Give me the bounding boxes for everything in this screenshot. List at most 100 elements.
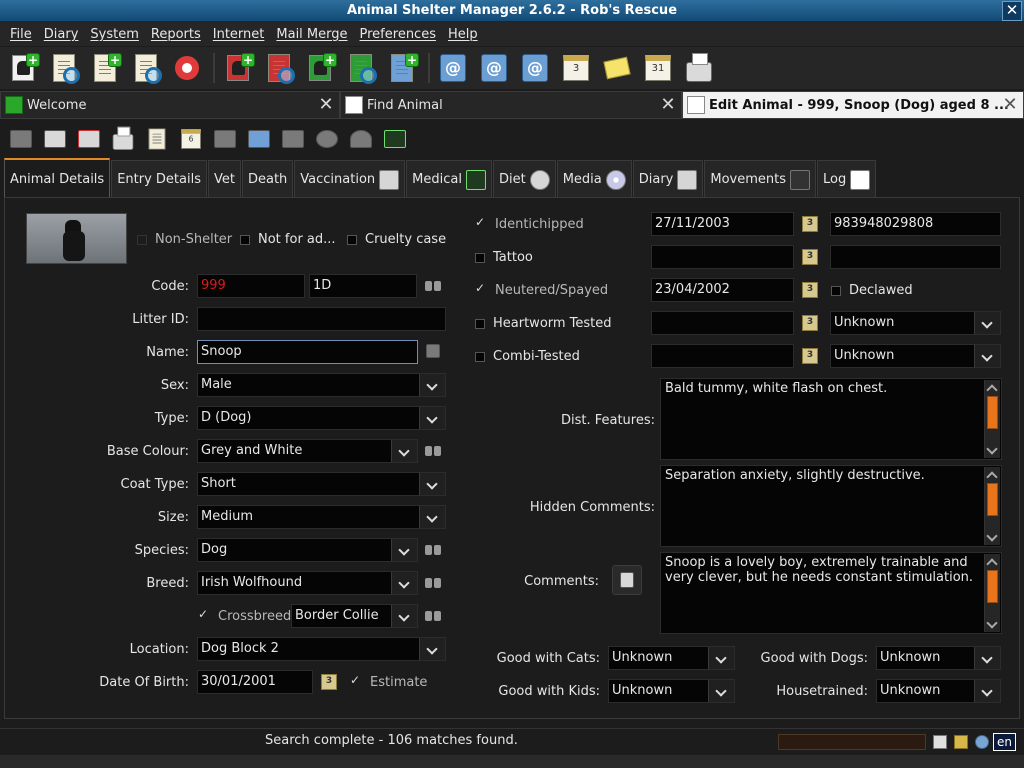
neutered-checkbox[interactable]: Neutered/Spayed bbox=[475, 281, 608, 299]
menu-mail-merge[interactable]: Mail Merge bbox=[270, 27, 353, 42]
identichip-date-field[interactable]: 27/11/2003 bbox=[651, 212, 794, 236]
chevron-down-icon[interactable] bbox=[708, 647, 734, 669]
window-close-button[interactable]: ✕ bbox=[1002, 1, 1022, 21]
comments-template-button[interactable] bbox=[612, 565, 642, 595]
dist-features-textarea[interactable]: Bald tummy, white flash on chest. bbox=[660, 378, 1002, 460]
chevron-down-icon[interactable] bbox=[708, 680, 734, 702]
diagnose-button[interactable] bbox=[246, 126, 272, 152]
combi-date-field[interactable] bbox=[651, 344, 794, 368]
subtab-movements[interactable]: Movements bbox=[704, 160, 817, 198]
calendar-icon[interactable]: 3 bbox=[802, 282, 818, 298]
chevron-down-icon[interactable] bbox=[391, 440, 417, 462]
code-field[interactable]: 999 bbox=[197, 274, 305, 298]
species-select[interactable]: Dog bbox=[197, 538, 418, 562]
scroll-down-icon[interactable] bbox=[986, 443, 998, 455]
chart-button[interactable] bbox=[382, 126, 408, 152]
settings-button[interactable] bbox=[314, 126, 340, 152]
scroll-thumb[interactable] bbox=[987, 570, 998, 603]
subtab-vaccination[interactable]: Vaccination bbox=[294, 160, 406, 198]
crossbreed-checkbox[interactable]: Crossbreed bbox=[198, 607, 291, 625]
menu-reports[interactable]: Reports bbox=[145, 27, 207, 42]
menu-diary[interactable]: Diary bbox=[38, 27, 85, 42]
scroll-up-icon[interactable] bbox=[986, 384, 998, 396]
subtab-animal-details[interactable]: Animal Details bbox=[4, 158, 111, 198]
new-animal-button[interactable]: + bbox=[6, 51, 40, 85]
chevron-down-icon[interactable] bbox=[419, 506, 445, 528]
chevron-down-icon[interactable] bbox=[419, 473, 445, 495]
window-titlebar[interactable]: Animal Shelter Manager 2.6.2 - Rob's Res… bbox=[0, 0, 1024, 22]
close-icon[interactable]: ✕ bbox=[317, 96, 335, 114]
tab-find-animal[interactable]: Find Animal ✕ bbox=[340, 91, 682, 119]
print-animal-button[interactable] bbox=[110, 126, 136, 152]
good-with-cats-select[interactable]: Unknown bbox=[608, 646, 735, 670]
random-name-icon[interactable] bbox=[426, 344, 440, 358]
estimate-checkbox[interactable]: Estimate bbox=[350, 673, 427, 691]
scroll-thumb[interactable] bbox=[987, 396, 998, 429]
housetrained-select[interactable]: Unknown bbox=[876, 679, 1001, 703]
find-found-animal-button[interactable] bbox=[344, 51, 378, 85]
movement-button[interactable]: + bbox=[385, 51, 419, 85]
help-button[interactable] bbox=[170, 51, 204, 85]
chevron-down-icon[interactable] bbox=[974, 647, 1000, 669]
calendar-icon[interactable]: 3 bbox=[802, 348, 818, 364]
language-indicator[interactable]: en bbox=[993, 733, 1016, 751]
short-code-field[interactable]: 1D bbox=[309, 274, 417, 298]
scrollbar[interactable] bbox=[984, 554, 1000, 632]
menu-system[interactable]: System bbox=[84, 27, 144, 42]
date-button[interactable]: 6 bbox=[178, 126, 204, 152]
subtab-death[interactable]: Death bbox=[241, 160, 294, 198]
menu-file[interactable]: File bbox=[4, 27, 38, 42]
chevron-down-icon[interactable] bbox=[419, 407, 445, 429]
name-field[interactable]: Snoop bbox=[197, 340, 418, 364]
coat-type-select[interactable]: Short bbox=[197, 472, 446, 496]
cruelty-case-checkbox[interactable]: Cruelty case bbox=[347, 232, 446, 247]
media-button[interactable] bbox=[212, 126, 238, 152]
good-with-dogs-select[interactable]: Unknown bbox=[876, 646, 1001, 670]
non-shelter-checkbox[interactable]: Non-Shelter bbox=[137, 232, 232, 247]
good-with-kids-select[interactable]: Unknown bbox=[608, 679, 735, 703]
subtab-diary[interactable]: Diary bbox=[632, 160, 704, 198]
declawed-checkbox[interactable]: Declawed bbox=[831, 283, 913, 298]
new-person-button[interactable]: + bbox=[88, 51, 122, 85]
subtab-log[interactable]: Log bbox=[817, 160, 877, 198]
close-icon[interactable]: ✕ bbox=[659, 96, 677, 114]
chevron-down-icon[interactable] bbox=[419, 374, 445, 396]
email-button-3[interactable]: @ bbox=[518, 51, 552, 85]
animal-photo[interactable] bbox=[26, 213, 127, 264]
binoculars-icon[interactable] bbox=[425, 543, 441, 557]
calendar-button[interactable]: 31 bbox=[641, 51, 675, 85]
tattoo-number-field[interactable] bbox=[830, 245, 1001, 269]
scrollbar[interactable] bbox=[984, 380, 1000, 458]
hidden-comments-textarea[interactable]: Separation anxiety, slightly destructive… bbox=[660, 465, 1002, 547]
subtab-entry-details[interactable]: Entry Details bbox=[111, 160, 207, 198]
dob-field[interactable]: 30/01/2001 bbox=[197, 670, 313, 694]
tattoo-date-field[interactable] bbox=[651, 245, 794, 269]
binoculars-icon[interactable] bbox=[425, 444, 441, 458]
heartworm-result-select[interactable]: Unknown bbox=[830, 311, 1001, 335]
calendar-icon[interactable]: 3 bbox=[802, 216, 818, 232]
new-found-animal-button[interactable]: + bbox=[303, 51, 337, 85]
scroll-up-icon[interactable] bbox=[986, 471, 998, 483]
email-button-2[interactable]: @ bbox=[477, 51, 511, 85]
chevron-down-icon[interactable] bbox=[391, 572, 417, 594]
combi-result-select[interactable]: Unknown bbox=[830, 344, 1001, 368]
size-select[interactable]: Medium bbox=[197, 505, 446, 529]
scroll-up-icon[interactable] bbox=[986, 558, 998, 570]
calendar-icon[interactable]: 3 bbox=[321, 674, 337, 690]
subtab-medical[interactable]: Medical bbox=[406, 160, 492, 198]
print-button[interactable] bbox=[682, 51, 716, 85]
subtab-diet[interactable]: Diet bbox=[492, 160, 556, 198]
find-animal-button[interactable] bbox=[47, 51, 81, 85]
menu-help[interactable]: Help bbox=[442, 27, 484, 42]
people-button[interactable] bbox=[348, 126, 374, 152]
tab-welcome[interactable]: Welcome ✕ bbox=[0, 91, 340, 119]
breed-select[interactable]: Irish Wolfhound bbox=[197, 571, 418, 595]
notes-button[interactable] bbox=[600, 51, 634, 85]
save-button[interactable] bbox=[8, 126, 34, 152]
heartworm-date-field[interactable] bbox=[651, 311, 794, 335]
close-icon[interactable]: ✕ bbox=[1001, 96, 1019, 114]
folder-button[interactable] bbox=[280, 126, 306, 152]
location-select[interactable]: Dog Block 2 bbox=[197, 637, 446, 661]
menu-preferences[interactable]: Preferences bbox=[354, 27, 442, 42]
find-person-button[interactable] bbox=[129, 51, 163, 85]
